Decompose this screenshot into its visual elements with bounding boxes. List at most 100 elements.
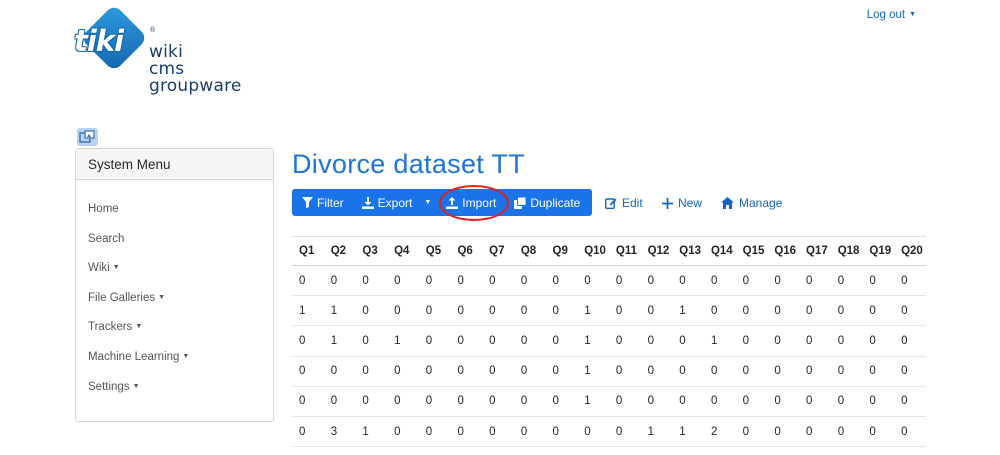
sidebar-item-label: Trackers	[88, 321, 133, 334]
sidebar-item-label: Search	[88, 232, 125, 245]
table-cell: 0	[640, 325, 673, 357]
import-button[interactable]: Import	[437, 189, 505, 216]
column-header-q16[interactable]: Q16	[767, 237, 799, 266]
table-cell: 0	[608, 265, 641, 297]
table-cell: 0	[292, 265, 324, 297]
table-cell: 0	[608, 356, 641, 387]
tiki-logo[interactable]: tiki ® wiki cms groupware	[74, 4, 264, 106]
table-cell: 0	[862, 386, 895, 417]
export-label: Export	[377, 195, 413, 210]
filter-icon	[302, 197, 313, 208]
caret-down-icon: ▼	[182, 352, 190, 360]
export-button[interactable]: Export	[353, 189, 422, 216]
table-row[interactable]: 01010000010001000000	[292, 325, 926, 357]
column-header-q15[interactable]: Q15	[736, 237, 768, 266]
system-menu-list: Home Search Wiki ▼ File Galleries ▼ Trackers ▼ M…	[76, 180, 273, 404]
table-cell: 0	[735, 265, 768, 297]
column-header-q9[interactable]: Q9	[546, 237, 578, 266]
edit-icon	[605, 198, 617, 209]
table-cell: 0	[450, 295, 483, 327]
sidebar-item-settings[interactable]: Settings ▼	[76, 375, 273, 405]
table-cell: 1	[672, 295, 704, 327]
table-cell: 0	[767, 325, 799, 357]
table-row[interactable]: 00000000010000000000	[292, 386, 926, 417]
column-header-q10[interactable]: Q10	[577, 237, 609, 266]
edit-label: Edit	[622, 196, 643, 210]
logo-tiki-text: tiki	[74, 24, 124, 58]
column-header-q3[interactable]: Q3	[355, 237, 387, 266]
table-cell: 1	[640, 416, 673, 448]
sidebar-item-file-galleries[interactable]: File Galleries ▼	[76, 286, 273, 316]
export-dropdown-toggle[interactable]: ▼	[421, 189, 437, 216]
column-header-q13[interactable]: Q13	[672, 237, 704, 266]
table-cell: 0	[894, 386, 926, 417]
column-header-q17[interactable]: Q17	[799, 237, 831, 266]
sidebar-item-machine-learning[interactable]: Machine Learning ▼	[76, 345, 273, 375]
table-cell: 0	[323, 386, 356, 417]
table-cell: 0	[735, 295, 768, 327]
table-cell: 1	[577, 325, 609, 357]
new-button[interactable]: New	[662, 196, 702, 210]
sidebar-item-home[interactable]: Home	[76, 197, 273, 227]
column-header-q19[interactable]: Q19	[862, 237, 894, 266]
sidebar-item-trackers[interactable]: Trackers ▼	[76, 315, 273, 345]
edit-button[interactable]: Edit	[605, 196, 643, 210]
filter-button[interactable]: Filter	[292, 189, 353, 216]
table-cell: 2	[703, 416, 736, 448]
table-cell: 0	[830, 295, 863, 327]
table-cell: 1	[672, 416, 704, 448]
column-header-q12[interactable]: Q12	[641, 237, 673, 266]
page-title: Divorce dataset TT	[292, 149, 525, 179]
sidebar-item-search[interactable]: Search	[76, 227, 273, 257]
column-header-q6[interactable]: Q6	[450, 237, 482, 266]
table-cell: 0	[545, 356, 578, 387]
sidebar-item-label: File Galleries	[88, 291, 156, 304]
sidebar-item-wiki[interactable]: Wiki ▼	[76, 256, 273, 286]
manage-button[interactable]: Manage	[721, 196, 782, 210]
column-header-q7[interactable]: Q7	[482, 237, 514, 266]
column-header-q1[interactable]: Q1	[292, 237, 324, 266]
table-cell: 1	[323, 325, 356, 357]
toolbar-button-group: Filter Export ▼ Import Duplicate	[292, 189, 592, 216]
table-cell: 0	[894, 416, 926, 448]
column-header-q18[interactable]: Q18	[831, 237, 863, 266]
table-cell: 0	[640, 265, 673, 297]
table-cell: 0	[830, 356, 863, 387]
table-cell: 0	[450, 265, 483, 297]
table-row[interactable]: 03100000000112000000	[292, 416, 926, 448]
table-row[interactable]: 00000000000000000000	[292, 265, 926, 297]
table-cell: 0	[799, 356, 831, 387]
column-header-q5[interactable]: Q5	[419, 237, 451, 266]
logo-word-groupware: groupware	[149, 76, 242, 96]
sidebar-item-label: Settings	[88, 380, 130, 393]
table-cell: 0	[292, 416, 324, 448]
table-cell: 0	[862, 295, 895, 327]
table-cell: 0	[387, 356, 419, 387]
table-cell: 0	[355, 265, 388, 297]
table-cell: 0	[830, 386, 863, 417]
table-cell: 0	[418, 325, 451, 357]
table-cell: 0	[672, 325, 704, 357]
column-header-q4[interactable]: Q4	[387, 237, 419, 266]
sidebar-toggle-icon[interactable]	[77, 128, 98, 146]
table-cell: 0	[608, 295, 641, 327]
table-cell: 0	[513, 416, 546, 448]
table-cell: 1	[323, 295, 356, 327]
column-header-q2[interactable]: Q2	[324, 237, 356, 266]
table-cell: 1	[577, 356, 609, 387]
column-header-q20[interactable]: Q20	[894, 237, 926, 266]
logout-dropdown[interactable]: Log out ▼	[867, 9, 916, 21]
table-row[interactable]: 11000000010010000000	[292, 295, 926, 327]
filter-label: Filter	[317, 195, 344, 210]
table-header: Q1 Q2 Q3 Q4 Q5 Q6 Q7 Q8 Q9 Q10 Q11 Q12 Q13 Q14 Q15 Q16 Q…	[292, 236, 926, 266]
table-cell: 0	[894, 265, 926, 297]
table-cell: 0	[703, 356, 736, 387]
table-cell: 0	[482, 295, 514, 327]
column-header-q11[interactable]: Q11	[609, 237, 641, 266]
new-label: New	[678, 196, 703, 210]
column-header-q14[interactable]: Q14	[704, 237, 736, 266]
column-header-q8[interactable]: Q8	[514, 237, 546, 266]
table-row[interactable]: 00000000010000000000	[292, 356, 926, 387]
table-cell: 0	[418, 416, 451, 448]
duplicate-button[interactable]: Duplicate	[505, 189, 589, 216]
